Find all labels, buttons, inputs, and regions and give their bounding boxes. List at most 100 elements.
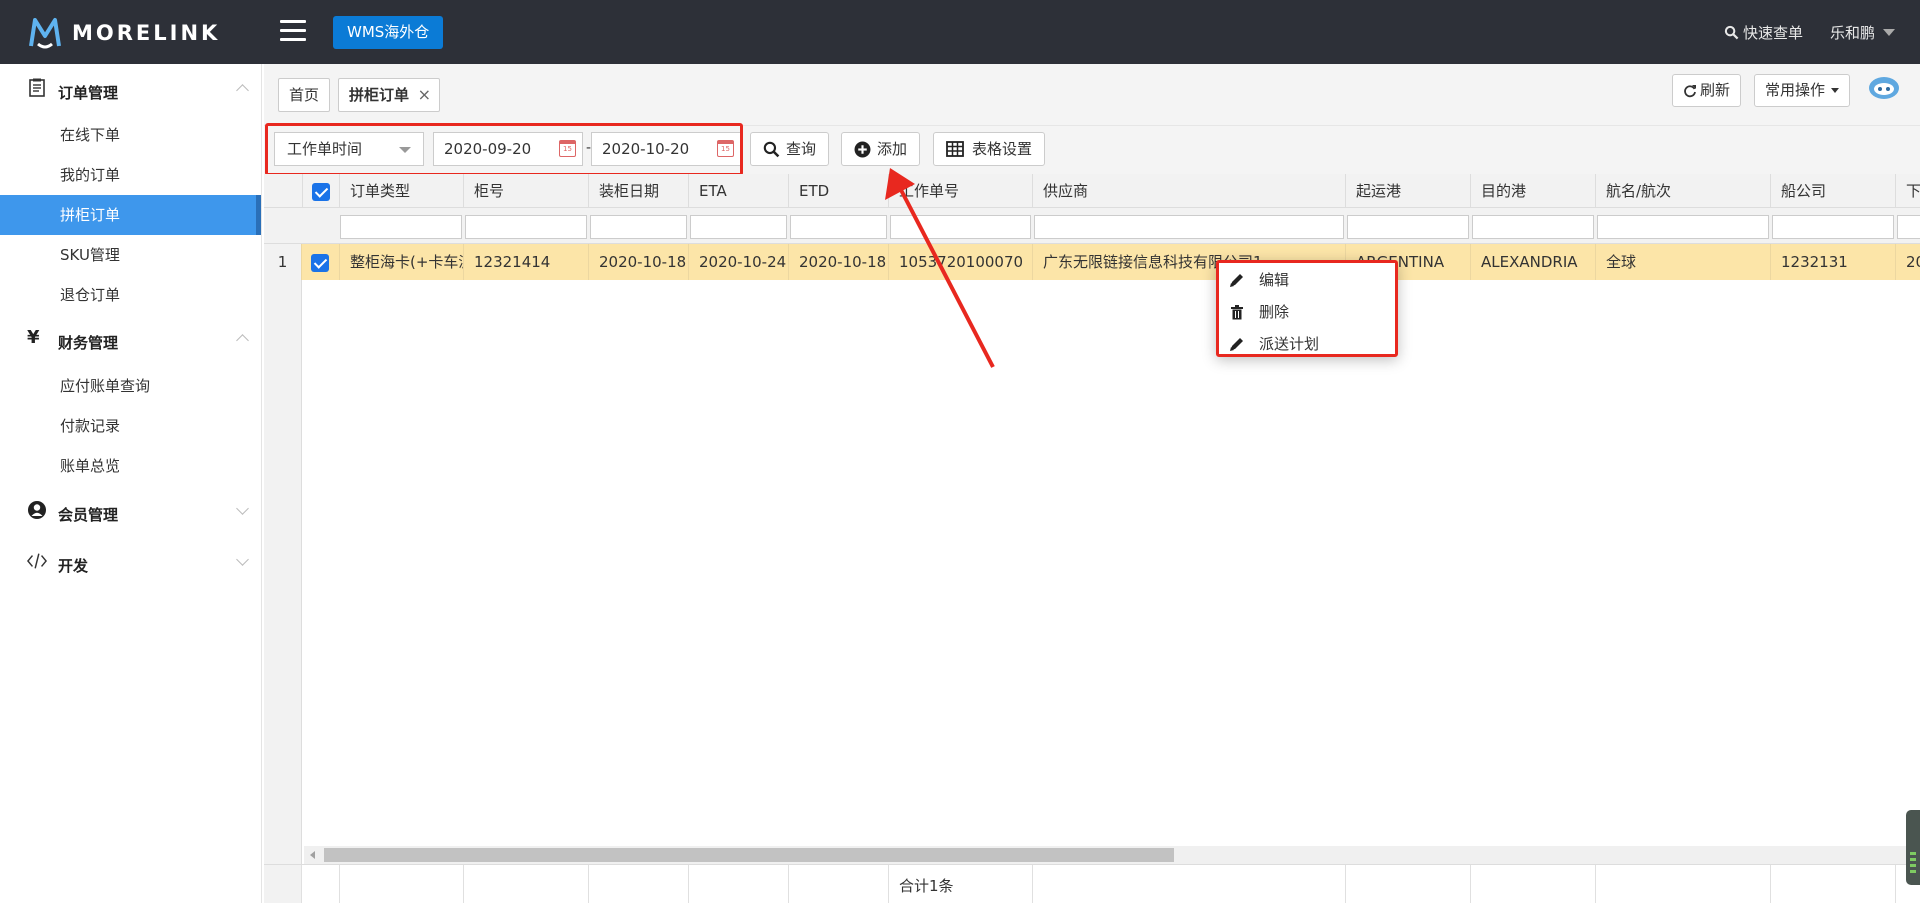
filter-input-order-type[interactable] bbox=[340, 215, 462, 239]
footer-cell bbox=[789, 865, 889, 903]
quick-search-link[interactable]: 快速查单 bbox=[1724, 22, 1803, 43]
col-header-etd[interactable]: ETD bbox=[789, 174, 889, 208]
add-button[interactable]: 添加 bbox=[841, 132, 921, 166]
yuan-icon: ¥ bbox=[27, 327, 40, 348]
sidebar-item-return-orders[interactable]: 退仓订单 bbox=[0, 275, 262, 315]
nav-group-orders[interactable]: 订单管理 bbox=[0, 70, 262, 110]
search-icon bbox=[763, 141, 780, 157]
refresh-icon bbox=[1684, 84, 1696, 97]
menu-item-delete[interactable]: 删除 bbox=[1219, 297, 1395, 328]
tab-consolidated-orders[interactable]: 拼柜订单 × bbox=[338, 78, 441, 112]
nav-group-dev[interactable]: 开发 bbox=[0, 543, 262, 583]
col-header-job-no[interactable]: 工作单号 bbox=[889, 174, 1033, 208]
table-row[interactable]: 1 整柜海卡(+卡车派 12321414 2020-10-18 2020-10-… bbox=[264, 244, 1920, 280]
menu-item-label: 编辑 bbox=[1259, 271, 1290, 289]
caret-down-icon bbox=[1831, 88, 1840, 93]
sidebar-item-my-orders[interactable]: 我的订单 bbox=[0, 155, 262, 195]
orders-grid: 订单类型 柜号 装柜日期 ETA ETD 工作单号 供应商 起运港 目的港 航名… bbox=[264, 174, 1920, 903]
col-header-vessel-voyage[interactable]: 航名/航次 bbox=[1596, 174, 1771, 208]
table-icon bbox=[946, 141, 964, 157]
col-header-origin-port[interactable]: 起运港 bbox=[1346, 174, 1471, 208]
code-icon bbox=[27, 553, 47, 569]
nav-group-members[interactable]: 会员管理 bbox=[0, 492, 262, 532]
user-menu[interactable]: 乐和鹏 bbox=[1830, 22, 1896, 43]
col-header-dest-port[interactable]: 目的港 bbox=[1471, 174, 1596, 208]
close-icon[interactable]: × bbox=[418, 79, 431, 111]
cell-job-no: 1053720100070 bbox=[889, 244, 1033, 280]
menu-toggle-icon[interactable] bbox=[280, 20, 306, 42]
menu-item-label: 派送计划 bbox=[1259, 335, 1320, 353]
logo-text: MORELINK bbox=[72, 21, 221, 45]
cell-vessel-voyage: 全球 bbox=[1596, 244, 1771, 280]
menu-item-delivery-plan[interactable]: 派送计划 bbox=[1219, 329, 1395, 360]
filter-input-job-no[interactable] bbox=[890, 215, 1031, 239]
footer-cell bbox=[589, 865, 689, 903]
pencil-icon bbox=[1230, 338, 1243, 351]
chevron-down-icon bbox=[236, 502, 249, 515]
cell-order-type: 整柜海卡(+卡车派 bbox=[340, 244, 464, 280]
col-header-container-no[interactable]: 柜号 bbox=[464, 174, 589, 208]
trash-icon bbox=[1231, 305, 1243, 320]
footer-cell bbox=[1596, 865, 1771, 903]
col-header-next[interactable]: 下 bbox=[1896, 174, 1920, 208]
filter-input-origin-port[interactable] bbox=[1347, 215, 1469, 239]
filter-input-vessel-voyage[interactable] bbox=[1597, 215, 1769, 239]
filter-input-etd[interactable] bbox=[790, 215, 887, 239]
nav-group-label: 订单管理 bbox=[58, 84, 119, 102]
order-list-icon bbox=[29, 78, 45, 97]
row-checkbox[interactable] bbox=[302, 244, 340, 280]
query-button[interactable]: 查询 bbox=[750, 132, 830, 166]
footer-cell bbox=[689, 865, 789, 903]
filter-input-supplier[interactable] bbox=[1034, 215, 1344, 239]
horizontal-scrollbar[interactable] bbox=[304, 846, 1920, 864]
scrollbar-thumb[interactable] bbox=[324, 848, 1174, 862]
filter-input-eta[interactable] bbox=[690, 215, 787, 239]
annotation-highlight-filters bbox=[265, 123, 743, 176]
col-header-eta[interactable]: ETA bbox=[689, 174, 789, 208]
sidebar-item-online-order[interactable]: 在线下单 bbox=[0, 115, 262, 155]
cell-container-no: 12321414 bbox=[464, 244, 589, 280]
tab-home[interactable]: 首页 bbox=[278, 78, 331, 112]
footer-total: 合计1条 bbox=[899, 877, 954, 895]
filter-input-container-no[interactable] bbox=[465, 215, 587, 239]
footer-cell bbox=[1033, 865, 1346, 903]
footer-cell bbox=[302, 865, 340, 903]
side-widget[interactable] bbox=[1906, 810, 1920, 885]
tab-label: 拼柜订单 bbox=[349, 86, 410, 104]
sidebar-item-payments[interactable]: 付款记录 bbox=[0, 406, 262, 446]
chevron-down-icon bbox=[1883, 29, 1896, 36]
sidebar: 订单管理 在线下单 我的订单 拼柜订单 SKU管理 退仓订单 ¥ 财务管理 应付… bbox=[0, 64, 262, 903]
chevron-up-icon bbox=[236, 334, 249, 347]
col-header-load-date[interactable]: 装柜日期 bbox=[589, 174, 689, 208]
assistant-robot-icon[interactable] bbox=[1868, 74, 1900, 100]
sidebar-item-payables[interactable]: 应付账单查询 bbox=[0, 366, 262, 406]
sidebar-item-bill-overview[interactable]: 账单总览 bbox=[0, 446, 262, 486]
filter-input-next[interactable] bbox=[1897, 215, 1920, 239]
cell-carrier: 1232131 bbox=[1771, 244, 1896, 280]
nav-group-finance[interactable]: ¥ 财务管理 bbox=[0, 320, 262, 360]
col-header-carrier[interactable]: 船公司 bbox=[1771, 174, 1896, 208]
table-settings-button[interactable]: 表格设置 bbox=[933, 132, 1046, 166]
logo[interactable]: MORELINK bbox=[28, 16, 220, 50]
col-header-supplier[interactable]: 供应商 bbox=[1033, 174, 1346, 208]
user-name: 乐和鹏 bbox=[1830, 24, 1876, 42]
cell-etd: 2020-10-18 bbox=[789, 244, 889, 280]
col-header-order-type[interactable]: 订单类型 bbox=[340, 174, 464, 208]
refresh-label: 刷新 bbox=[1700, 81, 1731, 99]
grid-footer: 合计1条 bbox=[264, 864, 1920, 903]
cell-next: 20 bbox=[1896, 244, 1920, 280]
refresh-button[interactable]: 刷新 bbox=[1672, 74, 1742, 107]
nav-group-label: 开发 bbox=[58, 557, 89, 575]
footer-cell bbox=[340, 865, 464, 903]
filter-input-load-date[interactable] bbox=[590, 215, 687, 239]
scroll-left-icon[interactable] bbox=[310, 851, 315, 859]
sidebar-item-consolidated-orders[interactable]: 拼柜订单 bbox=[0, 195, 261, 235]
select-all-checkbox[interactable] bbox=[302, 174, 340, 208]
sidebar-item-sku[interactable]: SKU管理 bbox=[0, 235, 262, 275]
menu-item-edit[interactable]: 编辑 bbox=[1219, 265, 1395, 296]
common-ops-dropdown[interactable]: 常用操作 bbox=[1754, 74, 1851, 107]
filter-input-carrier[interactable] bbox=[1772, 215, 1894, 239]
filter-input-dest-port[interactable] bbox=[1472, 215, 1594, 239]
wms-module-button[interactable]: WMS海外仓 bbox=[333, 16, 444, 49]
tab-strip: 首页 拼柜订单 × 刷新 常用操作 bbox=[264, 64, 1920, 126]
